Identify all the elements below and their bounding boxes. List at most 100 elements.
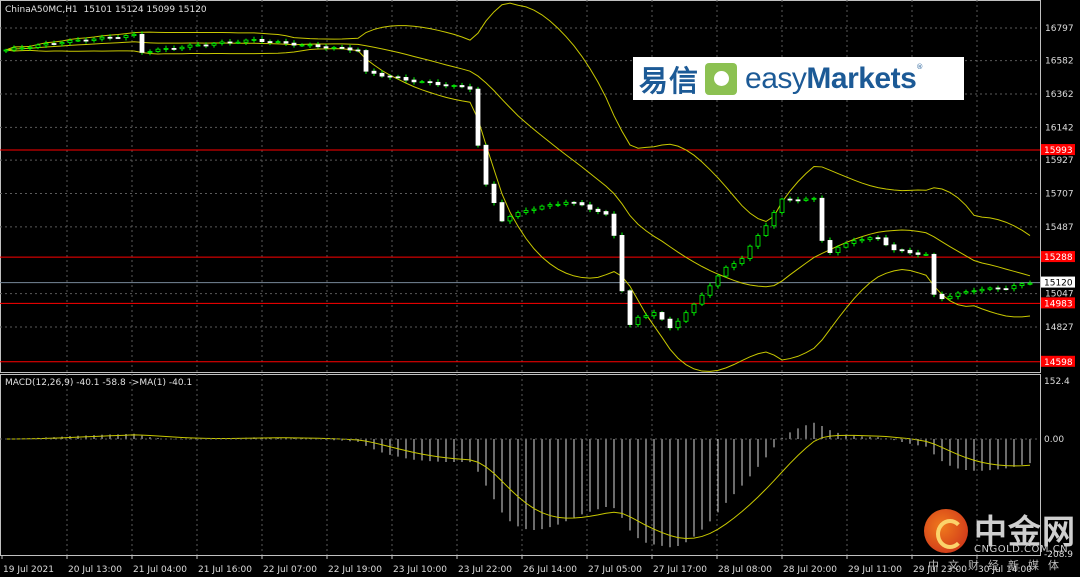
candle-body: [747, 245, 753, 259]
price-tick-label: 16582: [1045, 57, 1074, 67]
candle: [475, 86, 481, 148]
candle: [491, 181, 497, 206]
candle-body: [635, 316, 641, 325]
candle-body: [899, 249, 905, 252]
watermark-url: CNGOLD.COM.CN: [974, 544, 1069, 555]
candle: [539, 204, 545, 211]
candle: [891, 242, 897, 253]
candle-body: [891, 244, 897, 251]
candle: [451, 84, 457, 89]
level-label: 15993: [1044, 146, 1073, 156]
candle-body: [243, 39, 249, 43]
candle-body: [115, 37, 121, 39]
candle-body: [731, 263, 737, 268]
candle-body: [971, 290, 977, 293]
candle-body: [339, 46, 345, 49]
candle-body: [803, 198, 809, 201]
x-tick-label: 29 Jul 11:00: [848, 565, 902, 575]
macd-label: MACD(12,26,9): [5, 378, 74, 388]
candle: [555, 201, 561, 208]
candle: [611, 211, 617, 239]
candle-body: [195, 44, 201, 47]
ohlc-open: 15101: [83, 5, 113, 15]
candle: [403, 74, 409, 83]
candle-body: [411, 79, 417, 83]
candle-body: [251, 39, 257, 41]
candle-body: [379, 72, 385, 77]
candle-body: [315, 44, 321, 48]
candle-body: [499, 202, 505, 222]
candle-body: [539, 205, 545, 210]
candle: [875, 235, 881, 241]
candle-body: [587, 204, 593, 210]
candle: [627, 288, 633, 328]
candle: [331, 46, 337, 51]
candle: [979, 286, 985, 294]
candle-body: [467, 86, 473, 90]
cngold-logo-icon: [924, 509, 968, 553]
candle-body: [883, 237, 889, 246]
candle-body: [155, 48, 161, 52]
candle: [275, 39, 281, 44]
candle-body: [531, 208, 537, 211]
candle-body: [291, 42, 297, 46]
candle-body: [27, 47, 33, 49]
candle-body: [203, 44, 209, 47]
candle: [427, 79, 433, 86]
candle-body: [683, 312, 689, 322]
x-tick-label: 22 Jul 07:00: [263, 565, 317, 575]
price-tick-label: 16142: [1045, 123, 1074, 133]
x-tick-label: 26 Jul 14:00: [523, 565, 577, 575]
candle-body: [507, 216, 513, 222]
candle: [1027, 280, 1033, 286]
x-tick-label: 23 Jul 22:00: [458, 565, 512, 575]
x-tick-label: 28 Jul 08:00: [718, 565, 772, 575]
candle-body: [827, 240, 833, 253]
candle: [635, 315, 641, 328]
candle: [787, 196, 793, 203]
candle-body: [987, 287, 993, 290]
candle-body: [859, 239, 865, 242]
candle: [291, 40, 297, 48]
candle-body: [795, 199, 801, 202]
candle-body: [811, 197, 817, 200]
candle-body: [443, 84, 449, 87]
candle: [603, 209, 609, 217]
candle: [523, 207, 529, 215]
candle: [587, 201, 593, 213]
candle: [123, 34, 129, 41]
candle-body: [299, 44, 305, 47]
candle-body: [947, 295, 953, 300]
candle-body: [283, 41, 289, 44]
candle-body: [3, 49, 9, 52]
candle-body: [547, 204, 553, 207]
candle-body: [595, 208, 601, 212]
candle: [899, 248, 905, 253]
candle: [1003, 285, 1009, 291]
price-tick-label: 15927: [1045, 156, 1074, 166]
candle-body: [43, 43, 49, 46]
candle-body: [563, 201, 569, 205]
candle: [859, 236, 865, 244]
candle: [675, 318, 681, 331]
x-tick-label: 20 Jul 13:00: [68, 565, 122, 575]
candle-body: [75, 39, 81, 42]
level-label: 14983: [1044, 299, 1073, 309]
candle: [1011, 283, 1017, 292]
candle: [723, 265, 729, 278]
candle: [931, 252, 937, 298]
macd-tick-label: 152.4: [1044, 377, 1070, 387]
candle-body: [419, 81, 425, 84]
price-tick-label: 15707: [1045, 189, 1074, 199]
price-tick-label: 16797: [1045, 24, 1074, 34]
candle-body: [699, 294, 705, 305]
candle-body: [139, 33, 145, 53]
price-tick-label: 16362: [1045, 90, 1074, 100]
candle-body: [371, 70, 377, 74]
candle: [995, 285, 1001, 292]
level-label: 15288: [1044, 253, 1073, 263]
candle-body: [675, 320, 681, 329]
candle: [443, 82, 449, 89]
candle-body: [323, 46, 329, 49]
candle: [459, 82, 465, 89]
